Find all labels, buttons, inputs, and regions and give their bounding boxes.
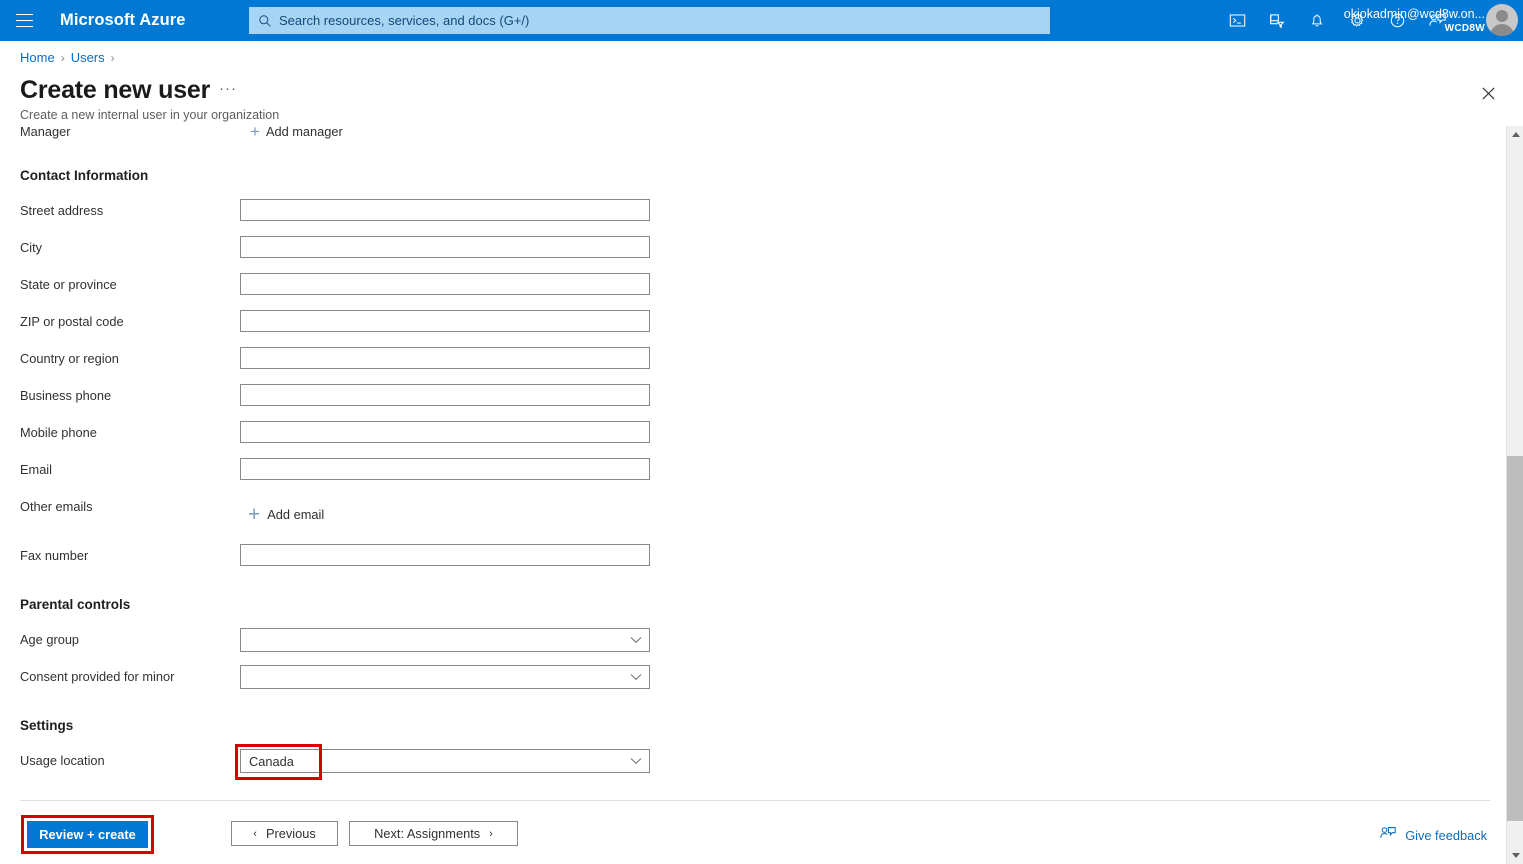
hamburger-menu-icon[interactable]: [0, 0, 48, 41]
zip-or-postal-code-input[interactable]: [240, 310, 650, 332]
search-placeholder-text: Search resources, services, and docs (G+…: [279, 13, 530, 28]
cloud-shell-icon[interactable]: [1217, 0, 1257, 41]
account-info[interactable]: okiokadmin@wcd8w.on... WCD8W: [1344, 0, 1485, 41]
add-email-button[interactable]: + Add email: [248, 502, 325, 526]
label-usage-location: Usage location: [20, 753, 105, 768]
add-manager-button[interactable]: + Add manager: [250, 126, 343, 141]
fax-number-input[interactable]: [240, 544, 650, 566]
label-country-or-region: Country or region: [20, 351, 119, 366]
account-email: okiokadmin@wcd8w.on...: [1343, 6, 1485, 21]
scrollbar-thumb[interactable]: [1507, 456, 1523, 821]
vertical-scrollbar[interactable]: [1506, 126, 1523, 864]
chevron-down-icon: [623, 757, 649, 765]
label-city: City: [20, 240, 43, 255]
usage-location-select[interactable]: Canada: [240, 749, 650, 773]
breadcrumb-item-home[interactable]: Home: [20, 50, 55, 65]
manager-label: Manager: [20, 126, 71, 139]
directories-subscriptions-icon[interactable]: [1257, 0, 1297, 41]
breadcrumb: Home › Users ›: [20, 50, 115, 65]
review-create-button[interactable]: Review + create: [27, 821, 148, 848]
add-manager-label: Add manager: [265, 126, 343, 139]
global-search-box[interactable]: Search resources, services, and docs (G+…: [249, 7, 1050, 34]
chevron-down-icon: [623, 636, 649, 644]
chevron-right-icon: ›: [489, 827, 493, 840]
section-heading-settings: Settings: [20, 718, 74, 733]
add-email-label: Add email: [267, 507, 325, 522]
street-address-input[interactable]: [240, 199, 650, 221]
country-or-region-input[interactable]: [240, 347, 650, 369]
page-title: Create new user: [20, 76, 211, 104]
page-subtitle: Create a new internal user in your organ…: [20, 108, 280, 122]
give-feedback-label: Give feedback: [1405, 828, 1487, 843]
previous-button[interactable]: ‹ Previous: [231, 821, 338, 846]
footer-divider: [20, 800, 1490, 801]
chevron-down-icon: [623, 673, 649, 681]
usage-location-value: Canada: [249, 753, 294, 769]
label-state-or-province: State or province: [20, 277, 117, 292]
state-or-province-input[interactable]: [240, 273, 650, 295]
breadcrumb-item-users[interactable]: Users: [71, 50, 105, 65]
scroll-up-arrow-icon[interactable]: [1507, 126, 1523, 143]
close-icon[interactable]: [1477, 82, 1499, 104]
give-feedback-button[interactable]: Give feedback: [1379, 825, 1487, 846]
user-avatar-icon[interactable]: [1486, 4, 1518, 36]
label-zip-or-postal-code: ZIP or postal code: [20, 314, 124, 329]
previous-label: Previous: [265, 826, 316, 841]
scroll-down-arrow-icon[interactable]: [1507, 847, 1523, 864]
form-scroll-area: Manager + Add manager Contact Informatio…: [0, 126, 1496, 800]
age-group-select[interactable]: [240, 628, 650, 652]
more-options-ellipsis[interactable]: ···: [219, 81, 237, 96]
label-email: Email: [20, 462, 52, 477]
search-icon: [258, 14, 272, 28]
next-label: Next: Assignments: [374, 826, 481, 841]
breadcrumb-separator: ›: [110, 50, 115, 65]
label-consent-provided-for-minor: Consent provided for minor: [20, 669, 175, 684]
plus-icon: +: [250, 126, 260, 141]
account-tenant: WCD8W: [1444, 22, 1485, 34]
label-fax-number: Fax number: [20, 548, 89, 563]
consent-provided-for-minor-select[interactable]: [240, 665, 650, 689]
feedback-person-icon: [1379, 825, 1397, 846]
plus-icon: +: [248, 502, 261, 526]
chevron-left-icon: ‹: [253, 827, 257, 840]
top-navigation-bar: Microsoft Azure Search resources, servic…: [0, 0, 1523, 41]
azure-brand-logo[interactable]: Microsoft Azure: [60, 11, 186, 30]
city-input[interactable]: [240, 236, 650, 258]
label-street-address: Street address: [20, 203, 104, 218]
label-business-phone: Business phone: [20, 388, 112, 403]
section-heading-contact-information: Contact Information: [20, 168, 149, 183]
label-other-emails: Other emails: [20, 499, 93, 514]
breadcrumb-separator: ›: [60, 50, 65, 65]
label-mobile-phone: Mobile phone: [20, 425, 97, 440]
section-heading-parental-controls: Parental controls: [20, 597, 131, 612]
business-phone-input[interactable]: [240, 384, 650, 406]
mobile-phone-input[interactable]: [240, 421, 650, 443]
email-input[interactable]: [240, 458, 650, 480]
next-assignments-button[interactable]: Next: Assignments ›: [349, 821, 518, 846]
notifications-bell-icon[interactable]: [1297, 0, 1337, 41]
label-age-group: Age group: [20, 632, 80, 647]
